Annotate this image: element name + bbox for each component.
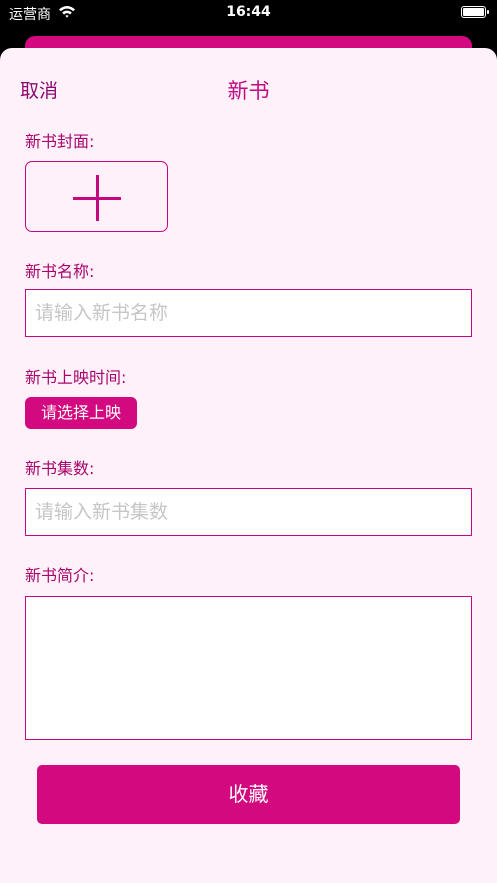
status-time: 16:44 [226, 4, 271, 20]
episodes-label: 新书集数: [25, 459, 95, 478]
battery-icon [461, 6, 489, 18]
book-name-input[interactable] [25, 289, 472, 337]
intro-label: 新书简介: [25, 566, 95, 585]
intro-textarea[interactable] [25, 596, 472, 740]
collect-button[interactable]: 收藏 [37, 765, 460, 824]
add-cover-button[interactable] [25, 161, 168, 232]
episodes-input[interactable] [25, 488, 472, 536]
cover-label: 新书封面: [25, 132, 95, 151]
page-title: 新书 [227, 79, 270, 103]
select-release-button[interactable]: 请选择上映 [25, 397, 137, 429]
new-book-sheet: 取消 新书 新书封面: 新书名称: 新书上映时间: 请选择上映 新书集数: 新书… [0, 48, 497, 883]
status-bar: 运营商 16:44 [0, 0, 497, 28]
release-time-label: 新书上映时间: [25, 368, 127, 387]
name-label: 新书名称: [25, 262, 95, 281]
